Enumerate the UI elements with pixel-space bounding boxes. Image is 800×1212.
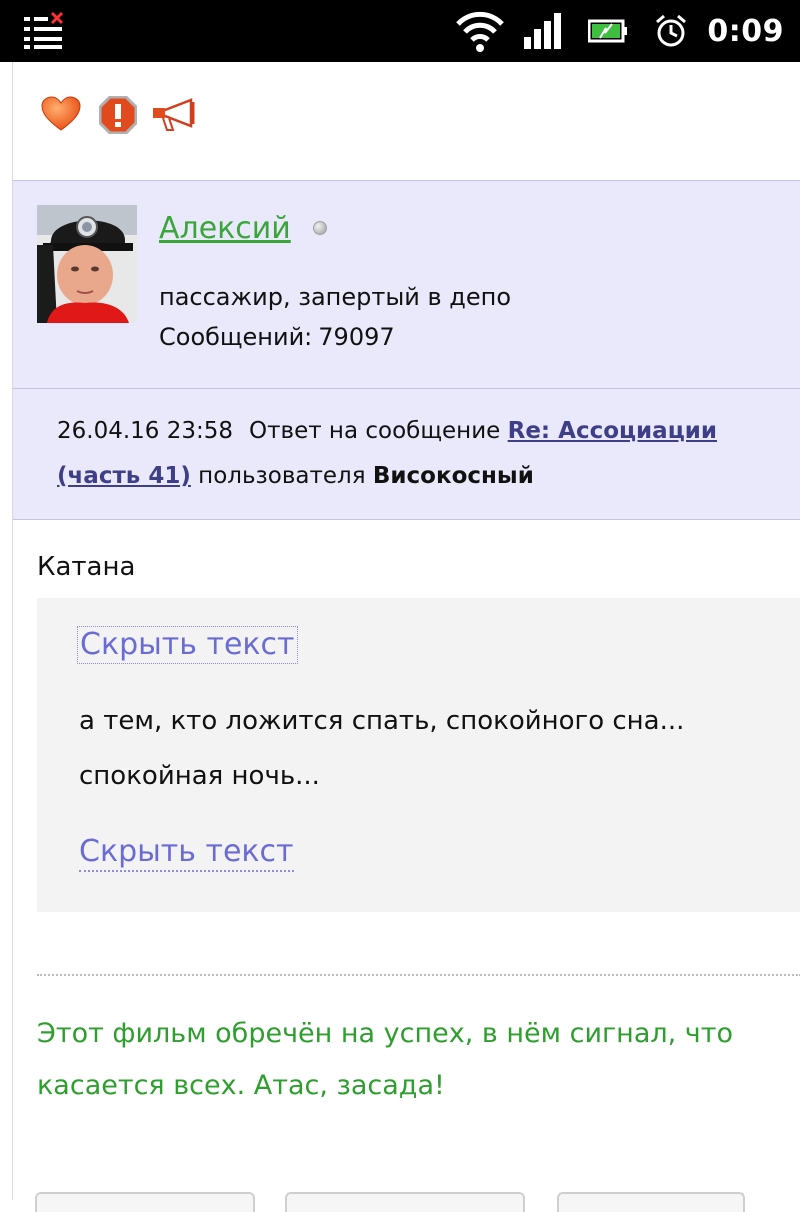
reply-topic-link[interactable]: Re: Ассоциации	[508, 418, 717, 444]
author-block: Алексий пассажир, запертый в депо Сообще…	[13, 180, 800, 520]
status-bar: 0:09	[0, 0, 800, 62]
reply-part-link[interactable]: (часть 41)	[57, 463, 191, 489]
post-title: Катана	[37, 552, 136, 582]
signal-icon	[522, 0, 564, 62]
signature-line-2: касается всех. Атас, засада!	[37, 1070, 445, 1101]
spoiler-text: а тем, кто ложится спать, спокойного сна…	[79, 694, 799, 804]
post-body: Катана Скрыть текст а тем, кто ложится с…	[37, 552, 800, 912]
clock-time: 0:09	[707, 13, 784, 49]
megaphone-icon[interactable]	[151, 96, 199, 140]
wifi-icon	[454, 0, 506, 62]
offline-status-icon	[313, 221, 327, 235]
reply-info: 26.04.16 23:58 Ответ на сообщение Re: Асс…	[57, 409, 800, 499]
signature-divider	[37, 974, 800, 976]
messages-count: 79097	[318, 323, 395, 351]
bottom-button-2[interactable]	[285, 1192, 525, 1212]
signature: Этот фильм обречён на успех, в нём сигна…	[37, 1008, 800, 1112]
avatar[interactable]	[37, 205, 137, 323]
reply-username: Високосный	[372, 463, 534, 489]
battery-icon	[588, 0, 628, 62]
post-date: 26.04.16 23:58	[57, 418, 234, 444]
reply-by-label: пользователя	[198, 463, 366, 489]
bottom-button-3[interactable]	[557, 1192, 745, 1212]
author-name-link[interactable]: Алексий	[159, 211, 291, 246]
reply-prefix: Ответ на сообщение	[249, 418, 501, 444]
author-rank: пассажир, запертый в депо	[159, 283, 512, 311]
author-message-count: Сообщений: 79097	[159, 323, 395, 351]
spoiler-line-2: спокойная ночь...	[79, 761, 320, 791]
notification-list-icon[interactable]	[22, 0, 72, 62]
messages-label: Сообщений:	[159, 323, 313, 351]
report-icon[interactable]	[98, 95, 138, 138]
author-header: Алексий пассажир, запертый в депо Сообще…	[13, 181, 800, 389]
hide-text-link-bottom[interactable]: Скрыть текст	[79, 834, 294, 872]
spoiler-block: Скрыть текст а тем, кто ложится спать, с…	[37, 598, 800, 912]
signature-line-1: Этот фильм обречён на успех, в нём сигна…	[37, 1018, 734, 1049]
alarm-icon	[654, 0, 688, 62]
bottom-button-row	[13, 1192, 800, 1212]
hide-text-link-top[interactable]: Скрыть текст	[77, 626, 298, 664]
heart-icon[interactable]	[41, 96, 81, 136]
spoiler-line-1: а тем, кто ложится спать, спокойного сна…	[79, 706, 685, 736]
bottom-button-1[interactable]	[35, 1192, 255, 1212]
forum-post: Алексий пассажир, запертый в депо Сообще…	[12, 62, 800, 1212]
